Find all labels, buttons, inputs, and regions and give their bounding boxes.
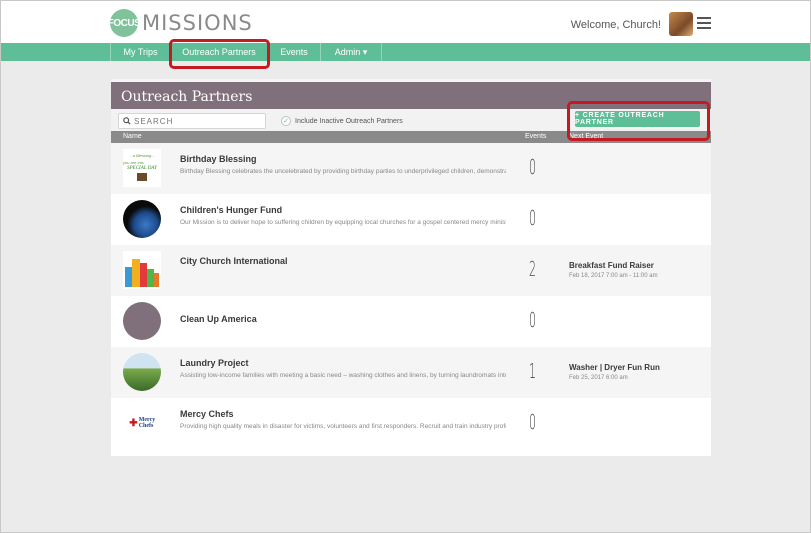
partner-desc: Our Mission is to deliver hope to suffer… (180, 219, 506, 226)
partner-row-laundry-project[interactable]: Laundry Project Assisting low-income fam… (111, 347, 711, 398)
partner-row-mercy-chefs[interactable]: ✚ Mercy Chefs Mercy Chefs Providing high… (111, 398, 711, 449)
search-input[interactable] (134, 116, 254, 126)
next-event-date: Feb 25, 2017 6:00 am (569, 375, 628, 381)
partner-name[interactable]: Children's Hunger Fund (180, 205, 282, 215)
partner-name[interactable]: Clean Up America (180, 314, 257, 324)
next-event-name[interactable]: Washer | Dryer Fun Run (569, 363, 660, 372)
partner-name[interactable]: Birthday Blessing (180, 154, 257, 164)
partner-name[interactable]: City Church International (180, 256, 288, 266)
user-avatar[interactable] (669, 12, 693, 36)
partner-name[interactable]: Mercy Chefs (180, 409, 234, 419)
panel-title: Outreach Partners (121, 89, 253, 105)
event-count: 0 (529, 155, 537, 179)
partner-desc: Assisting low-income families with meeti… (180, 372, 506, 379)
partner-row-birthday-blessing[interactable]: ...a Blessing... you are this SPECIAL DA… (111, 143, 711, 194)
event-count: 1 (529, 359, 537, 383)
search-icon (123, 117, 131, 125)
partner-row-city-church-international[interactable]: City Church International 2 Breakfast Fu… (111, 245, 711, 296)
laundry-project-avatar (123, 353, 161, 391)
nav-events[interactable]: Events (268, 43, 321, 61)
partner-desc: Birthday Blessing celebrates the unceleb… (180, 168, 506, 175)
logo-badge: FOCUS (108, 9, 141, 37)
include-inactive-toggle[interactable]: ✓ Include Inactive Outreach Partners (281, 116, 403, 126)
next-event-name[interactable]: Breakfast Fund Raiser (569, 261, 654, 270)
partner-name[interactable]: Laundry Project (180, 358, 249, 368)
partner-row-clean-up-america[interactable]: Clean Up America 0 (111, 296, 711, 347)
nav-admin[interactable]: Admin ▾ (321, 43, 382, 61)
event-count: 0 (529, 410, 537, 434)
mercy-chefs-avatar: ✚ Mercy Chefs (123, 404, 161, 442)
app-window: FOCUS MISSIONS Welcome, Church! My Trips… (0, 0, 811, 533)
main-nav: My Trips Outreach Partners Events Admin … (1, 43, 810, 61)
highlight-outreach-nav (169, 39, 270, 69)
checkbox-icon[interactable]: ✓ (281, 116, 291, 126)
nav-my-trips[interactable]: My Trips (110, 43, 171, 61)
event-count: 0 (529, 308, 537, 332)
clean-up-america-avatar (123, 302, 161, 340)
partner-row-childrens-hunger-fund[interactable]: Children's Hunger Fund Our Mission is to… (111, 194, 711, 245)
col-name[interactable]: Name (123, 133, 142, 140)
highlight-create-button (567, 101, 710, 141)
col-events[interactable]: Events (525, 133, 546, 140)
welcome-text: Welcome, Church! (570, 19, 661, 31)
hamburger-icon[interactable] (697, 17, 711, 29)
top-header: FOCUS MISSIONS Welcome, Church! (1, 1, 810, 43)
event-count: 2 (529, 257, 537, 281)
childrens-hunger-fund-avatar (123, 200, 161, 238)
partner-desc: Providing high quality meals in disaster… (180, 423, 506, 430)
include-inactive-label: Include Inactive Outreach Partners (295, 117, 403, 125)
search-field[interactable] (118, 113, 266, 129)
city-church-avatar (123, 251, 161, 289)
logo-text: MISSIONS (142, 11, 253, 35)
next-event-date: Feb 18, 2017 7:00 am - 11:00 am (569, 273, 658, 279)
focus-missions-logo[interactable]: FOCUS MISSIONS (108, 9, 253, 37)
birthday-blessing-avatar: ...a Blessing... you are this SPECIAL DA… (123, 149, 161, 187)
event-count: 0 (529, 206, 537, 230)
